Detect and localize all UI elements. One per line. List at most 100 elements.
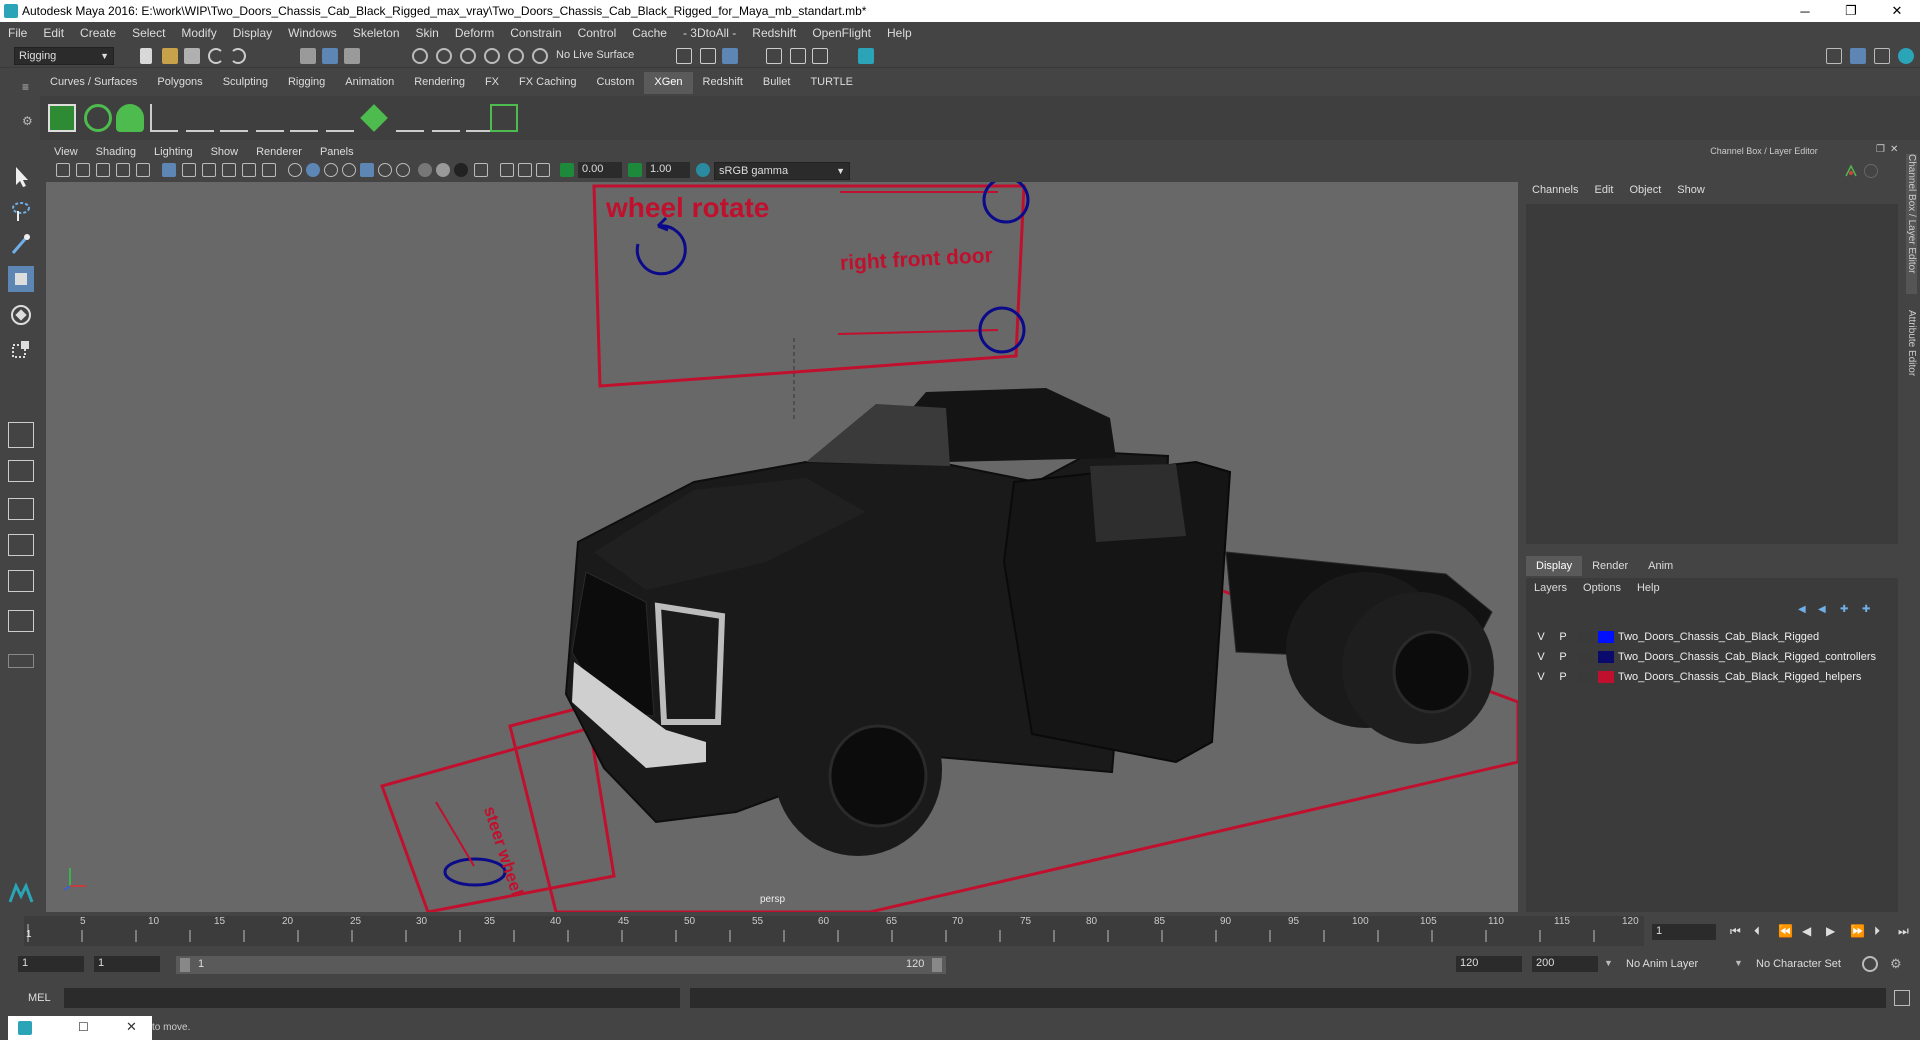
script-language-toggle[interactable]: MEL: [28, 992, 51, 1004]
live-surface-field[interactable]: No Live Surface: [552, 47, 648, 65]
mel-command-input[interactable]: [64, 988, 680, 1008]
step-back-frame-icon[interactable]: ⏴: [1754, 924, 1760, 939]
menu-skeleton[interactable]: Skeleton: [353, 26, 400, 40]
tab-display-layers[interactable]: Display: [1526, 556, 1583, 576]
shelf-menu-icon[interactable]: ≡: [22, 80, 29, 94]
layer-color-swatch[interactable]: [1598, 651, 1614, 663]
new-layer-selected-icon[interactable]: ✚: [1862, 604, 1876, 616]
render-current-icon[interactable]: [700, 48, 716, 64]
2d-pan-zoom-icon[interactable]: [136, 163, 150, 177]
menu-create[interactable]: Create: [80, 26, 116, 40]
xray-joints-icon[interactable]: [536, 163, 550, 177]
tab-fx[interactable]: FX: [475, 72, 509, 94]
exposure-icon[interactable]: [560, 163, 574, 177]
save-scene-icon[interactable]: [184, 48, 200, 64]
single-view-layout-icon[interactable]: [8, 422, 34, 448]
lasso-tool-icon[interactable]: [8, 198, 34, 224]
play-forwards-icon[interactable]: ▶: [1826, 924, 1835, 938]
restore-button[interactable]: ❐: [1828, 0, 1874, 22]
snap-curve-icon[interactable]: [436, 48, 452, 64]
motion-blur-icon[interactable]: [436, 163, 450, 177]
channel-box-speed-icon[interactable]: [1864, 164, 1878, 178]
viewport-menu-renderer[interactable]: Renderer: [256, 146, 302, 158]
field-chart-icon[interactable]: [242, 163, 256, 177]
snap-surface-icon[interactable]: [508, 48, 524, 64]
menu-skin[interactable]: Skin: [416, 26, 439, 40]
side-by-side-layout-icon[interactable]: [8, 498, 34, 520]
step-back-key-icon[interactable]: ⏪: [1778, 924, 1793, 938]
layer-playback-toggle[interactable]: P: [1556, 631, 1570, 643]
rotate-tool-icon[interactable]: [8, 302, 34, 328]
xgen-add-guide-icon[interactable]: [150, 104, 178, 132]
tab-xgen[interactable]: XGen: [644, 72, 693, 94]
close-button[interactable]: ✕: [1874, 0, 1920, 22]
layer-color-swatch[interactable]: [1598, 671, 1614, 683]
playback-end-field[interactable]: 120: [1456, 956, 1522, 972]
four-view-layout-icon[interactable]: [8, 460, 34, 482]
layer-row[interactable]: V P Two_Doors_Chassis_Cab_Black_Rigged_h…: [1534, 668, 1894, 686]
select-hierarchy-icon[interactable]: [300, 48, 316, 64]
toggle-tool-settings-icon[interactable]: [1874, 48, 1890, 64]
channel-box-list[interactable]: [1526, 204, 1898, 544]
isolate-select-icon[interactable]: [500, 163, 514, 177]
layer-visibility-toggle[interactable]: V: [1534, 631, 1548, 643]
xgen-normalize-guide-icon[interactable]: [326, 104, 354, 132]
show-menu[interactable]: Show: [1677, 184, 1705, 196]
anti-aliasing-icon[interactable]: [454, 163, 468, 177]
start-time-field[interactable]: 1: [18, 956, 84, 972]
depth-of-field-icon[interactable]: [474, 163, 488, 177]
layer-visibility-toggle[interactable]: V: [1534, 671, 1548, 683]
colorspace-dropdown[interactable]: sRGB gamma ▼: [714, 162, 850, 180]
tab-animation[interactable]: Animation: [335, 72, 404, 94]
scale-tool-icon[interactable]: [8, 336, 34, 362]
options-menu[interactable]: Options: [1583, 582, 1621, 594]
use-all-lights-icon[interactable]: [378, 163, 392, 177]
layer-playback-toggle[interactable]: P: [1556, 651, 1570, 663]
layer-display-type[interactable]: [1578, 651, 1594, 663]
workspace-icon[interactable]: [1826, 48, 1842, 64]
toggle-attribute-editor-icon[interactable]: [1898, 48, 1914, 64]
menu-select[interactable]: Select: [132, 26, 165, 40]
xgen-guide-length-icon[interactable]: [432, 104, 460, 132]
redo-icon[interactable]: [230, 48, 246, 64]
camera-select-icon[interactable]: [56, 163, 70, 177]
snap-live-icon[interactable]: [532, 48, 548, 64]
render-view-icon[interactable]: [812, 48, 828, 64]
gamma-icon[interactable]: [628, 163, 642, 177]
menu-display[interactable]: Display: [233, 26, 272, 40]
auto-key-icon[interactable]: [1862, 956, 1878, 972]
float-panel-icon[interactable]: ❐: [1876, 144, 1885, 155]
persp-graph-layout-icon[interactable]: [8, 534, 34, 556]
viewport-menu-show[interactable]: Show: [211, 146, 239, 158]
xgen-guide-sculpt-icon[interactable]: [220, 104, 248, 132]
smooth-shade-icon[interactable]: [306, 163, 320, 177]
xray-icon[interactable]: [518, 163, 532, 177]
move-tool-icon[interactable]: [8, 266, 34, 292]
window-restore-icon[interactable]: ☐: [78, 1020, 89, 1034]
open-scene-icon[interactable]: [162, 48, 178, 64]
end-time-field[interactable]: 200: [1532, 956, 1598, 972]
select-object-icon[interactable]: [322, 48, 338, 64]
menu-deform[interactable]: Deform: [455, 26, 494, 40]
edit-menu[interactable]: Edit: [1594, 184, 1613, 196]
play-backwards-icon[interactable]: ◀: [1802, 924, 1811, 938]
color-management-icon[interactable]: [696, 163, 710, 177]
go-to-start-icon[interactable]: ⏮: [1730, 924, 1741, 939]
playback-start-field[interactable]: 1: [94, 956, 160, 972]
snap-view-icon[interactable]: [484, 48, 500, 64]
menu-openflight[interactable]: OpenFlight: [812, 26, 871, 40]
menu-edit[interactable]: Edit: [43, 26, 64, 40]
viewport-menu-panels[interactable]: Panels: [320, 146, 354, 158]
layer-help-menu[interactable]: Help: [1637, 582, 1660, 594]
layer-row[interactable]: V P Two_Doors_Chassis_Cab_Black_Rigged: [1534, 628, 1894, 646]
layer-row[interactable]: V P Two_Doors_Chassis_Cab_Black_Rigged_c…: [1534, 648, 1894, 666]
layer-playback-toggle[interactable]: P: [1556, 671, 1570, 683]
tab-bullet[interactable]: Bullet: [753, 72, 801, 94]
script-editor-icon[interactable]: [1894, 990, 1910, 1006]
gate-mask-icon[interactable]: [222, 163, 236, 177]
image-plane-icon[interactable]: [116, 163, 130, 177]
xgen-bend-guide-icon[interactable]: [396, 104, 424, 132]
chevron-down-icon[interactable]: ▼: [1604, 958, 1613, 968]
tab-fx-caching[interactable]: FX Caching: [509, 72, 586, 94]
anim-layer-dropdown[interactable]: No Anim Layer: [1626, 958, 1698, 970]
